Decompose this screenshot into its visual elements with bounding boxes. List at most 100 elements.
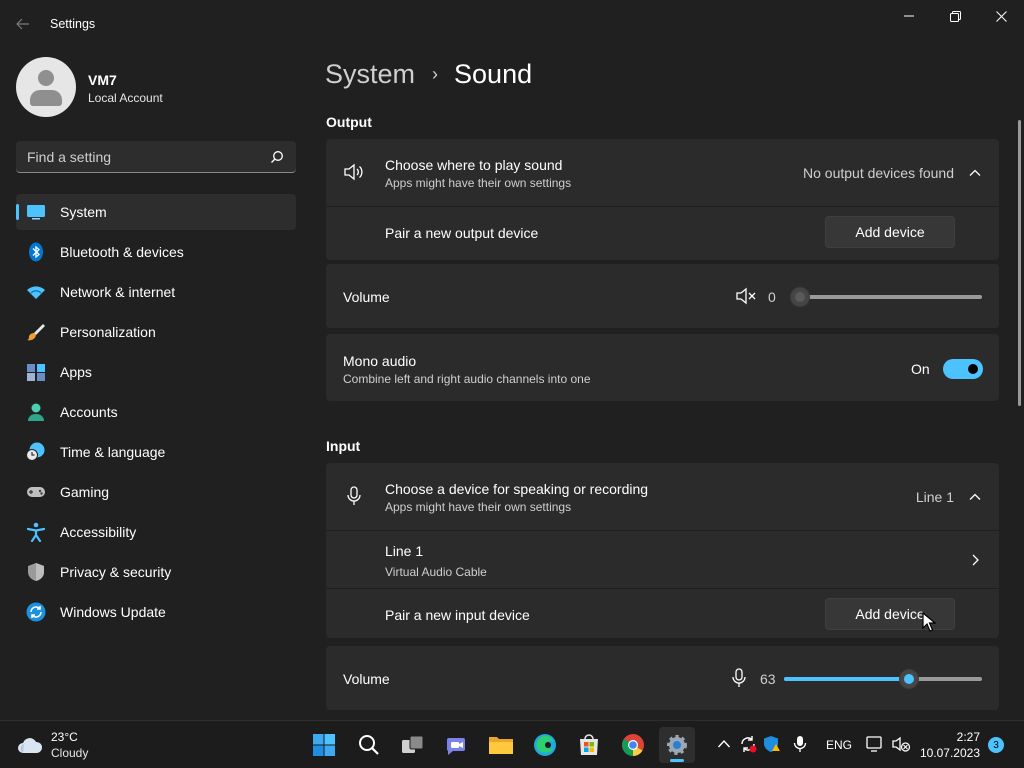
speaker-muted-icon[interactable] [735, 285, 757, 307]
avatar-head [38, 70, 54, 86]
sidebar-item-windows-update[interactable]: Windows Update [16, 594, 296, 630]
mono-audio-title: Mono audio [343, 353, 417, 369]
avatar-body [30, 90, 62, 106]
maximize-button[interactable] [932, 0, 978, 32]
task-view-button[interactable] [395, 727, 431, 763]
search-input[interactable] [16, 141, 261, 172]
mono-audio-card: Mono audio Combine left and right audio … [326, 334, 999, 401]
output-volume-value: 0 [768, 289, 776, 305]
minimize-icon [904, 15, 914, 17]
minimize-button[interactable] [886, 0, 932, 32]
defender-warning-icon [764, 736, 780, 752]
microphone-tray-icon[interactable] [789, 733, 811, 755]
choose-input-row[interactable]: Choose a device for speaking or recordin… [326, 463, 999, 530]
windows-update-icon [26, 602, 46, 622]
close-icon [995, 10, 1007, 22]
breadcrumb-parent[interactable]: System [325, 59, 415, 90]
speaker-muted-icon [892, 736, 911, 752]
sidebar-item-accessibility[interactable]: Accessibility [16, 514, 296, 550]
output-device-value: No output devices found [803, 165, 954, 181]
microphone-icon[interactable] [728, 667, 750, 689]
arrow-left-icon [16, 18, 29, 30]
settings-icon [667, 735, 687, 755]
mouse-cursor-icon [922, 612, 936, 632]
sidebar-item-privacy[interactable]: Privacy & security [16, 554, 296, 590]
teams-chat-icon [446, 738, 465, 755]
microphone-icon [793, 736, 807, 752]
sidebar-item-network[interactable]: Network & internet [16, 274, 296, 310]
mono-audio-toggle[interactable] [943, 359, 983, 379]
input-volume-value: 63 [760, 671, 776, 687]
sidebar-item-bluetooth[interactable]: Bluetooth & devices [16, 234, 296, 270]
output-device-card: Choose where to play sound Apps might ha… [326, 139, 999, 260]
teams-chat-button[interactable] [439, 727, 475, 763]
output-volume-thumb[interactable] [790, 287, 810, 307]
shield-icon [28, 563, 44, 581]
sync-icon [741, 736, 757, 753]
chrome-button[interactable] [615, 727, 651, 763]
network-tray-icon[interactable] [864, 733, 886, 755]
sidebar-item-personalization[interactable]: Personalization [16, 314, 296, 350]
file-explorer-button[interactable] [483, 727, 519, 763]
taskbar-search-button[interactable] [351, 727, 387, 763]
clock-time[interactable]: 2:27 [930, 730, 980, 744]
input-section-title: Input [326, 438, 361, 454]
game-controller-icon [27, 487, 45, 497]
chrome-icon [622, 734, 644, 756]
show-hidden-icons-button[interactable] [713, 733, 735, 755]
chevron-up-icon[interactable] [968, 490, 982, 504]
sidebar-item-time-language[interactable]: Time & language [16, 434, 296, 470]
file-explorer-icon [489, 737, 513, 754]
add-output-device-button[interactable]: Add device [825, 216, 955, 248]
edge-button[interactable] [527, 727, 563, 763]
cloud-icon[interactable] [16, 733, 44, 757]
search-box[interactable] [16, 141, 296, 173]
scrollbar[interactable] [1018, 120, 1021, 406]
bluetooth-icon [29, 242, 43, 262]
input-volume-slider[interactable] [784, 669, 982, 689]
sidebar-item-label: System [60, 204, 107, 220]
defender-tray-icon[interactable] [761, 733, 783, 755]
sidebar-item-label: Personalization [60, 324, 156, 340]
start-icon [313, 734, 335, 756]
choose-output-row[interactable]: Choose where to play sound Apps might ha… [326, 139, 999, 206]
notification-badge[interactable]: 3 [988, 737, 1004, 753]
store-button[interactable] [571, 727, 607, 763]
input-device-card: Choose a device for speaking or recordin… [326, 463, 999, 638]
output-volume-label: Volume [343, 289, 390, 305]
sidebar-item-label: Accessibility [60, 524, 137, 540]
chevron-up-icon [717, 739, 731, 748]
speaker-icon [344, 163, 363, 181]
network-disconnected-icon [866, 736, 882, 752]
output-section-title: Output [326, 114, 372, 130]
settings-taskbar-button[interactable] [659, 727, 695, 763]
breadcrumb: System › Sound [325, 59, 532, 90]
user-name: VM7 [88, 72, 117, 88]
input-language[interactable]: ENG [826, 738, 852, 752]
input-device-row[interactable]: Line 1 Virtual Audio Cable [326, 531, 999, 588]
sidebar-item-gaming[interactable]: Gaming [16, 474, 296, 510]
input-volume-fill [784, 677, 909, 681]
sidebar-item-apps[interactable]: Apps [16, 354, 296, 390]
pair-output-label: Pair a new output device [385, 225, 539, 241]
volume-tray-icon[interactable] [890, 733, 912, 755]
avatar[interactable] [16, 57, 76, 117]
input-volume-card: Volume 63 [326, 646, 999, 710]
apps-grid-icon [27, 364, 45, 381]
sync-tray-icon[interactable] [737, 733, 759, 755]
input-device-name: Line 1 [385, 543, 424, 559]
sidebar-item-label: Network & internet [60, 284, 176, 300]
clock-date[interactable]: 10.07.2023 [914, 746, 980, 760]
sidebar-item-accounts[interactable]: Accounts [16, 394, 296, 430]
chevron-up-icon[interactable] [968, 166, 982, 180]
sidebar-item-label: Time & language [60, 444, 166, 460]
output-volume-slider[interactable] [790, 287, 982, 307]
microphone-icon [347, 486, 361, 505]
back-button[interactable] [10, 12, 36, 36]
sidebar-item-label: Accounts [60, 404, 118, 420]
input-volume-thumb[interactable] [898, 669, 919, 689]
close-button[interactable] [978, 0, 1024, 32]
sidebar-item-system[interactable]: System [16, 194, 296, 230]
start-button[interactable] [306, 727, 342, 763]
input-volume-label: Volume [343, 671, 390, 687]
